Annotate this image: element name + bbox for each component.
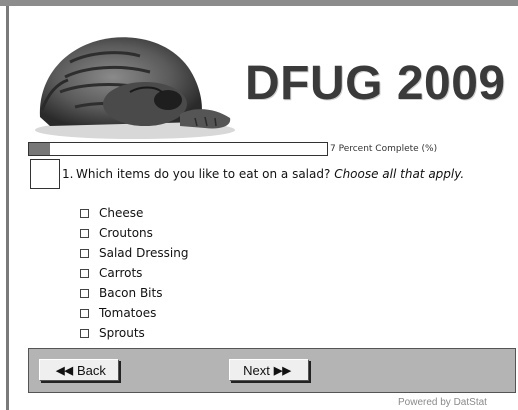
question-instruction: Choose all that apply. [334,167,465,181]
checkbox[interactable] [80,308,89,318]
window-top-border [0,0,518,6]
checkbox[interactable] [80,248,89,258]
option-bacon-bits[interactable]: Bacon Bits [80,283,188,303]
double-left-arrow-icon: ◀◀ [56,364,73,377]
question-marker-box [30,159,60,189]
option-label: Bacon Bits [99,286,163,300]
progress-bar [28,142,328,156]
option-label: Carrots [99,266,143,280]
option-label: Salad Dressing [99,246,189,260]
option-salad-dressing[interactable]: Salad Dressing [80,243,188,263]
powered-by-footer: Powered by DatStat [398,397,487,408]
progress-bar-fill [29,143,50,155]
checkbox[interactable] [80,288,89,298]
option-carrots[interactable]: Carrots [80,263,188,283]
double-right-arrow-icon: ▶▶ [273,364,291,377]
answer-options: Cheese Croutons Salad Dressing Carrots B… [80,203,188,343]
option-cheese[interactable]: Cheese [80,203,188,223]
back-button-label: Back [77,362,106,378]
option-sprouts[interactable]: Sprouts [80,323,188,343]
option-label: Tomatoes [99,306,157,320]
shar-pei-dog-image [35,37,235,139]
option-label: Sprouts [99,326,145,340]
window-left-border [6,6,9,410]
question-number: 1. [62,167,74,181]
next-button[interactable]: Next ▶▶ [229,359,309,381]
question-text: Which items do you like to eat on a sala… [76,167,496,182]
option-label: Cheese [99,206,144,220]
next-button-label: Next [243,362,270,378]
checkbox[interactable] [80,208,89,218]
option-label: Croutons [99,226,153,240]
survey-title: DFUG 2009 [245,57,506,110]
checkbox[interactable] [80,268,89,278]
option-croutons[interactable]: Croutons [80,223,188,243]
question-prompt: Which items do you like to eat on a sala… [76,167,331,181]
progress-label: 7 Percent Complete (%) [330,144,438,154]
back-button[interactable]: ◀◀ Back [39,359,119,381]
checkbox[interactable] [80,328,89,338]
option-tomatoes[interactable]: Tomatoes [80,303,188,323]
checkbox[interactable] [80,228,89,238]
navigation-bar: ◀◀ Back Next ▶▶ [28,348,516,393]
survey-banner: DFUG 2009 [30,22,518,140]
